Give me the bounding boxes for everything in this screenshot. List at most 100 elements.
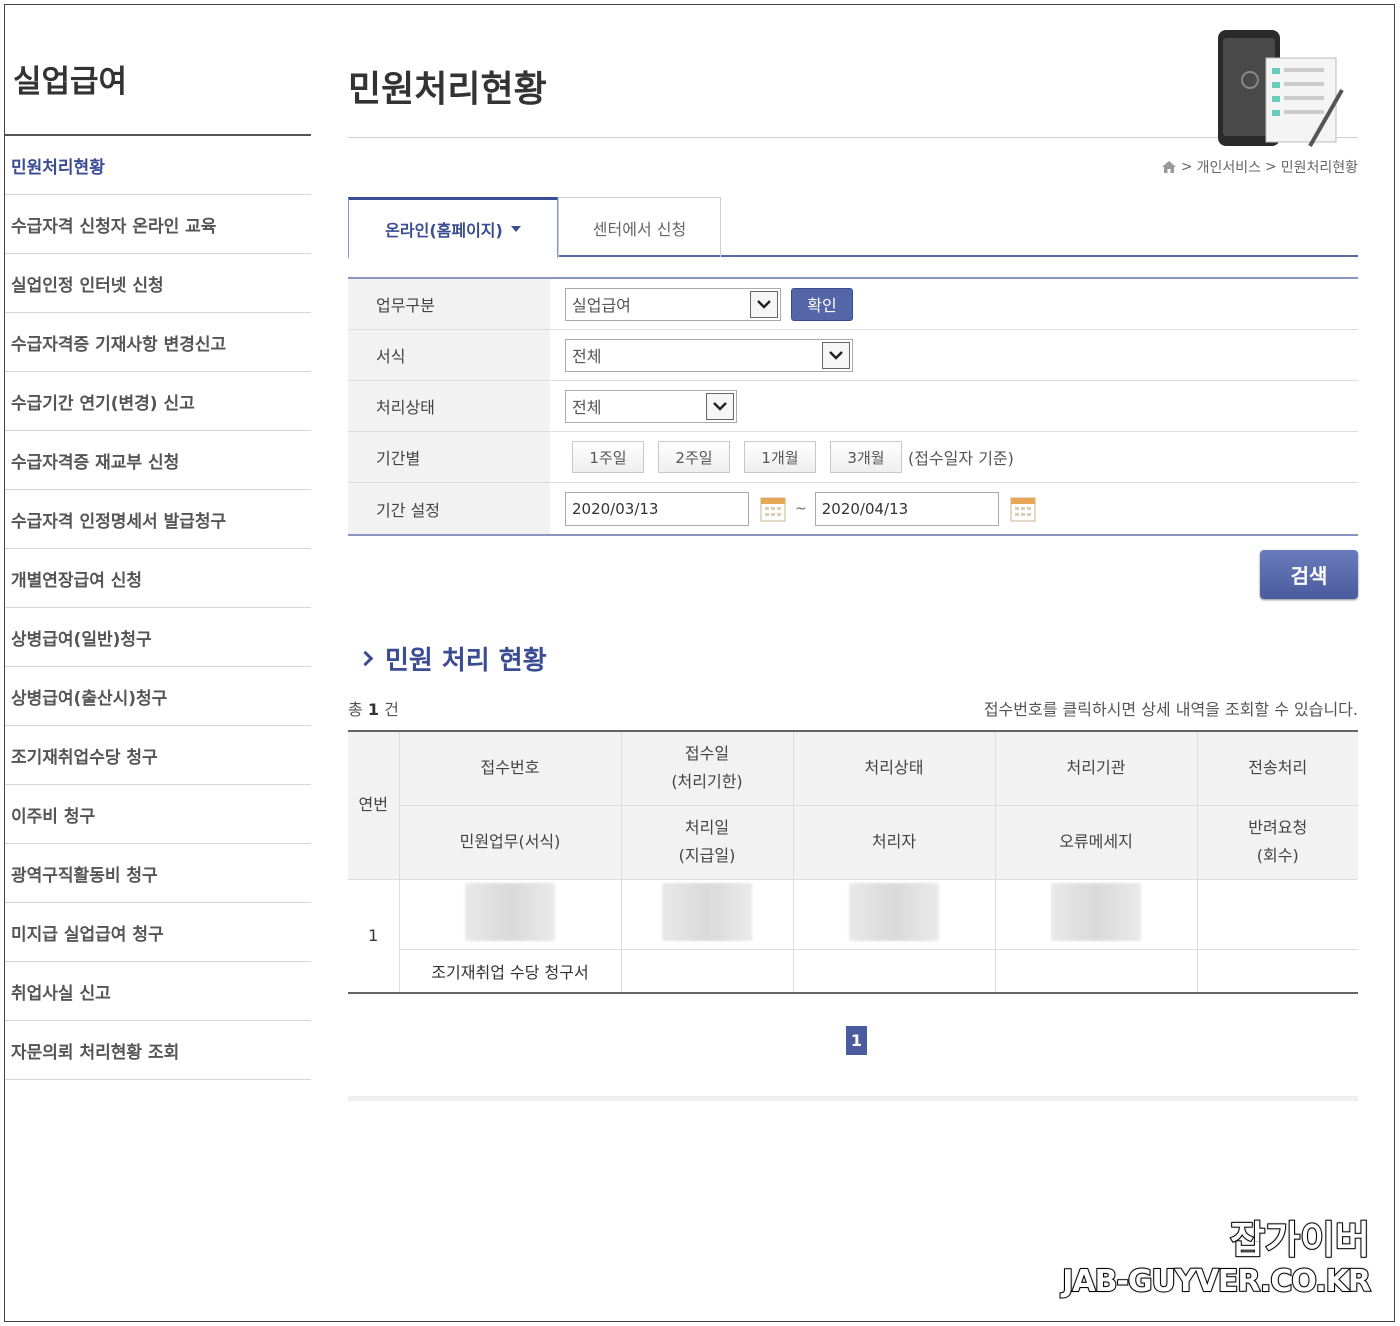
confirm-button[interactable]: 확인 bbox=[791, 287, 853, 321]
tab-center[interactable]: 센터에서 신청 bbox=[558, 197, 721, 257]
sidebar-item-complaint-status[interactable]: 민원처리현황 bbox=[5, 136, 311, 195]
tab-online-label: 온라인(홈페이지) bbox=[385, 220, 503, 240]
sidebar-item-unpaid-benefit[interactable]: 미지급 실업급여 청구 bbox=[5, 903, 311, 962]
col-receipt-date: 접수일 (처리기한) bbox=[620, 731, 794, 806]
col-status: 처리상태 bbox=[792, 731, 996, 806]
pagination-current-page[interactable]: 1 bbox=[846, 1026, 867, 1055]
period-3month-button[interactable]: 3개월 bbox=[830, 441, 902, 473]
calendar-icon[interactable] bbox=[759, 495, 787, 523]
period-1month-button[interactable]: 1개월 bbox=[744, 441, 816, 473]
business-select-value: 실업급여 bbox=[572, 296, 631, 315]
search-form: 업무구분 실업급여 확인 서식 전체 처리상태 전체 기간별 1주일 2주일 1… bbox=[348, 277, 1358, 536]
title-divider bbox=[348, 137, 1358, 138]
format-label: 서식 bbox=[348, 330, 550, 380]
watermark-line1: 잡가이버 bbox=[1229, 1217, 1371, 1263]
range-label: 기간 설정 bbox=[348, 483, 550, 534]
tab-bar: 온라인(홈페이지) 센터에서 신청 bbox=[348, 197, 1358, 259]
caret-down-icon bbox=[510, 225, 521, 232]
date-to-input[interactable]: 2020/04/13 bbox=[814, 491, 999, 526]
col-pay-date-label: (지급일) bbox=[678, 846, 736, 865]
cell-error bbox=[994, 948, 1198, 994]
total-prefix: 총 bbox=[348, 700, 363, 719]
table-header-row: 민원업무(서식) 처리일 (지급일) 처리자 오류메세지 반려요청 (회수) bbox=[348, 805, 1358, 880]
page-title: 민원처리현황 bbox=[348, 69, 547, 110]
status-label: 처리상태 bbox=[348, 381, 550, 431]
col-receipt-no: 접수번호 bbox=[398, 731, 622, 806]
breadcrumb-separator: > bbox=[1264, 159, 1277, 175]
sidebar-item-job-search-expense[interactable]: 광역구직활동비 청구 bbox=[5, 844, 311, 903]
watermark-line2: JAB-GUYVER.CO.KR bbox=[1061, 1263, 1372, 1300]
col-handler: 처리자 bbox=[792, 805, 996, 880]
period-2week-button[interactable]: 2주일 bbox=[658, 441, 730, 473]
cell-seq: 1 bbox=[348, 878, 400, 994]
sidebar-item-statement-request[interactable]: 수급자격 인정명세서 발급청구 bbox=[5, 490, 311, 549]
result-hint: 접수번호를 클릭하시면 상세 내역을 조회할 수 있습니다. bbox=[983, 700, 1358, 719]
form-row-status: 처리상태 전체 bbox=[348, 381, 1358, 432]
sidebar-item-certificate-reissue[interactable]: 수급자격증 재교부 신청 bbox=[5, 431, 311, 490]
sidebar-item-employment-report[interactable]: 취업사실 신고 bbox=[5, 962, 311, 1021]
date-separator: ~ bbox=[795, 500, 807, 517]
col-count-label: (회수) bbox=[1256, 846, 1299, 865]
sidebar-item-online-education[interactable]: 수급자격 신청자 온라인 교육 bbox=[5, 195, 311, 254]
sidebar-item-period-extension[interactable]: 수급기간 연기(변경) 신고 bbox=[5, 372, 311, 431]
period-note: (접수일자 기준) bbox=[908, 449, 1014, 468]
cell-status-redacted bbox=[792, 878, 996, 950]
sidebar-item-moving-expense[interactable]: 이주비 청구 bbox=[5, 785, 311, 844]
breadcrumb-personal-service[interactable]: 개인서비스 bbox=[1197, 157, 1261, 177]
format-select-value: 전체 bbox=[572, 347, 602, 366]
breadcrumb-current: 민원처리현황 bbox=[1280, 160, 1358, 176]
form-row-range: 기간 설정 2020/03/13 ~ 2020/04/13 bbox=[348, 483, 1358, 534]
sidebar-item-consultation-status[interactable]: 자문의뢰 처리현황 조회 bbox=[5, 1021, 311, 1080]
cell-agency-redacted bbox=[994, 878, 1198, 950]
col-process-date: 처리일 (지급일) bbox=[620, 805, 794, 880]
period-1week-button[interactable]: 1주일 bbox=[572, 441, 644, 473]
col-return-label: 반려요청 bbox=[1248, 818, 1308, 837]
format-select[interactable]: 전체 bbox=[565, 338, 853, 372]
sidebar-item-individual-extension[interactable]: 개별연장급여 신청 bbox=[5, 549, 311, 608]
calendar-icon[interactable] bbox=[1009, 495, 1037, 523]
period-label: 기간별 bbox=[348, 432, 550, 482]
col-agency: 처리기관 bbox=[994, 731, 1198, 806]
total-count: 총 1 건 bbox=[348, 696, 399, 720]
result-table: 연번 접수번호 접수일 (처리기한) 처리상태 처리기관 전송처리 민원업무(서… bbox=[348, 730, 1358, 994]
sidebar-item-sickness-maternity[interactable]: 상병급여(출산시)청구 bbox=[5, 667, 311, 726]
col-return: 반려요청 (회수) bbox=[1196, 805, 1358, 880]
sidebar-item-certificate-change[interactable]: 수급자격증 기재사항 변경신고 bbox=[5, 313, 311, 372]
cell-receipt-date-redacted bbox=[620, 878, 794, 950]
search-button[interactable]: 검색 bbox=[1260, 550, 1358, 599]
tab-online[interactable]: 온라인(홈페이지) bbox=[348, 197, 558, 259]
bottom-divider bbox=[348, 1096, 1358, 1101]
table-header-row: 연번 접수번호 접수일 (처리기한) 처리상태 처리기관 전송처리 bbox=[348, 731, 1358, 880]
date-from-input[interactable]: 2020/03/13 bbox=[565, 491, 749, 526]
col-receipt-deadline-label: (처리기한) bbox=[671, 772, 743, 792]
phone-document-illustration bbox=[1218, 30, 1344, 147]
cell-handler bbox=[792, 948, 996, 994]
sidebar-title: 실업급여 bbox=[5, 40, 311, 136]
chevron-right-icon bbox=[357, 650, 374, 667]
chevron-down-icon bbox=[706, 392, 734, 420]
sidebar-item-sickness-general[interactable]: 상병급여(일반)청구 bbox=[5, 608, 311, 667]
status-select[interactable]: 전체 bbox=[565, 389, 737, 423]
sidebar-item-early-reemployment[interactable]: 조기재취업수당 청구 bbox=[5, 726, 311, 785]
col-transmit: 전송처리 bbox=[1196, 731, 1358, 806]
chevron-down-icon bbox=[750, 290, 778, 318]
total-number: 1 bbox=[367, 700, 379, 719]
home-icon[interactable] bbox=[1161, 160, 1177, 174]
business-select[interactable]: 실업급여 bbox=[565, 287, 781, 321]
cell-receipt-no-redacted[interactable] bbox=[398, 878, 622, 950]
breadcrumb: > 개인서비스 > 민원처리현황 bbox=[1161, 157, 1358, 177]
sidebar-item-unemployment-recognition[interactable]: 실업인정 인터넷 신청 bbox=[5, 254, 311, 313]
form-row-business: 업무구분 실업급여 확인 bbox=[348, 279, 1358, 330]
form-row-format: 서식 전체 bbox=[348, 330, 1358, 381]
col-error: 오류메세지 bbox=[994, 805, 1198, 880]
cell-transmit bbox=[1196, 878, 1358, 950]
col-process-date-label: 처리일 bbox=[684, 818, 730, 837]
total-suffix: 건 bbox=[384, 700, 399, 719]
cell-return bbox=[1196, 948, 1358, 994]
section-title: 민원 처리 현황 bbox=[357, 640, 547, 677]
table-row: 1 bbox=[348, 878, 1358, 994]
col-seq: 연번 bbox=[348, 731, 400, 880]
chevron-down-icon bbox=[822, 341, 850, 369]
section-title-text: 민원 처리 현황 bbox=[385, 646, 547, 676]
form-row-period: 기간별 1주일 2주일 1개월 3개월 (접수일자 기준) bbox=[348, 432, 1358, 483]
